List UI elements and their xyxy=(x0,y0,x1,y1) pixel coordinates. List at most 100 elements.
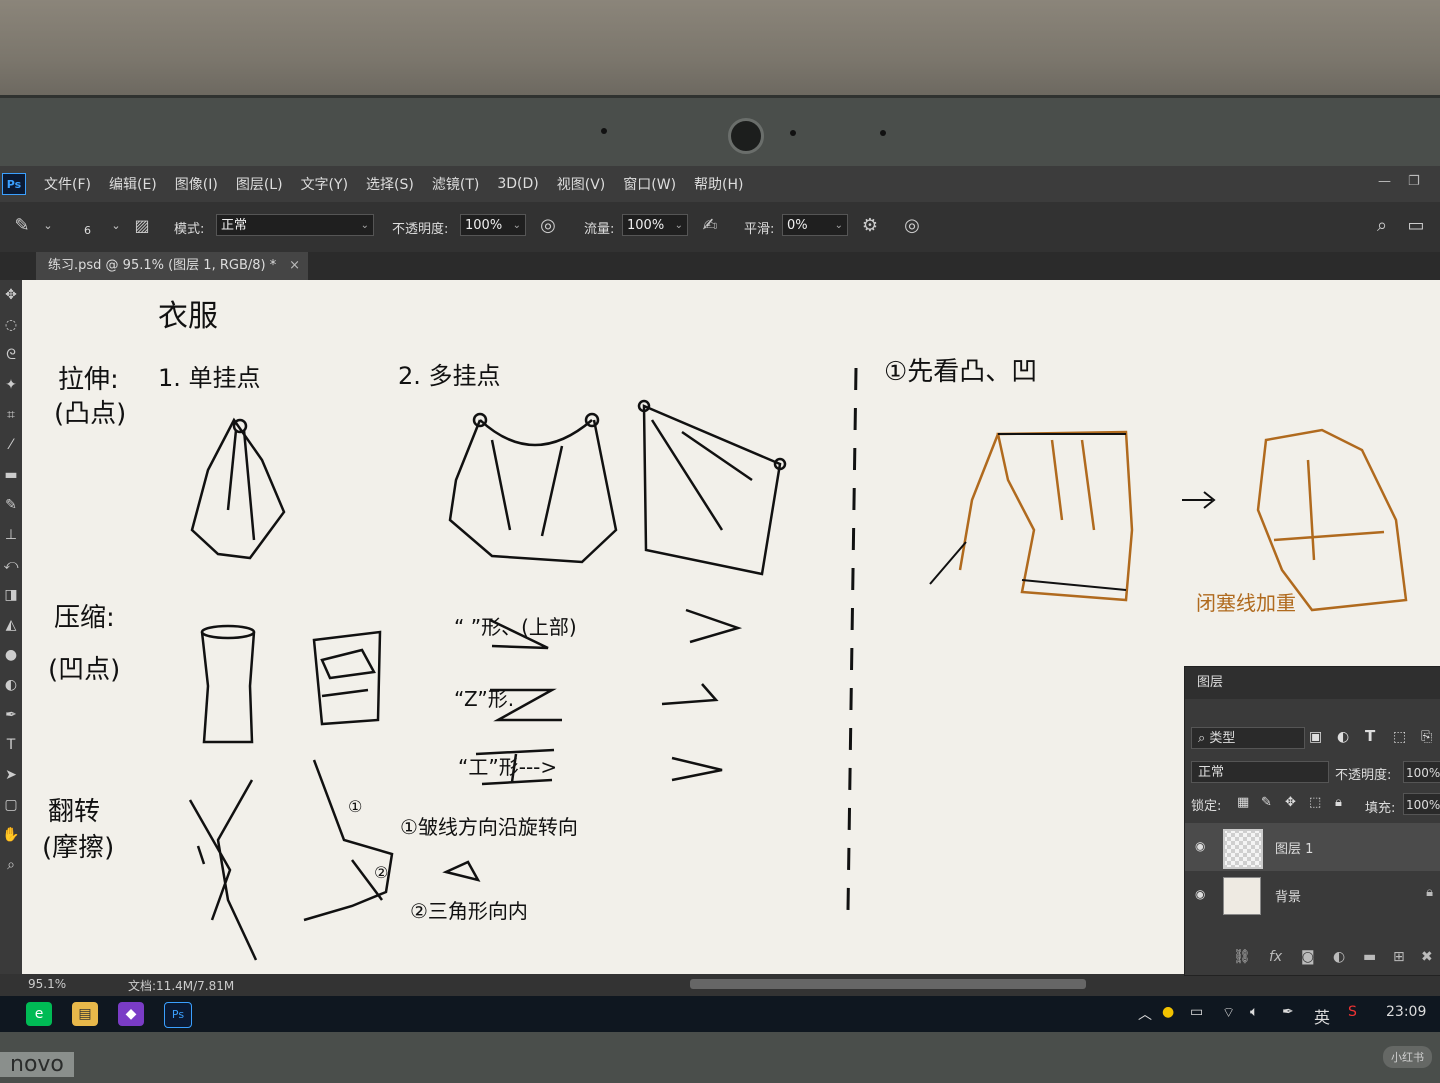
filter-adjustment-icon[interactable]: ◐ xyxy=(1337,729,1349,745)
video-editor-icon[interactable]: ◆ xyxy=(118,1002,144,1026)
history-brush-tool-icon[interactable]: ⤺ xyxy=(0,550,22,580)
taskbar: e ▤ ◆ Ps ︿ ● ▭ ⌔ 🔈︎ ✒ 英 S 23:09 xyxy=(0,996,1440,1032)
healing-tool-icon[interactable]: ▬ xyxy=(0,460,22,490)
quick-select-tool-icon[interactable]: ✦ xyxy=(0,370,22,400)
mode-label: 模式: xyxy=(174,222,205,237)
lock-position-icon[interactable]: ✥ xyxy=(1285,795,1296,810)
filter-shape-icon[interactable]: ⬚ xyxy=(1393,729,1406,745)
smoothing-field[interactable]: 0% ⌄ xyxy=(782,214,848,236)
input-method[interactable]: 英 xyxy=(1314,1004,1330,1028)
airbrush-icon[interactable]: ✍ xyxy=(698,214,722,238)
opacity-label: 不透明度: xyxy=(392,222,449,237)
filter-smart-object-icon[interactable]: ⎘ xyxy=(1421,729,1432,745)
lock-transparent-icon[interactable]: ▦ xyxy=(1237,795,1249,810)
eyedropper-tool-icon[interactable]: ⁄ xyxy=(0,430,22,460)
type-tool-icon[interactable]: T xyxy=(0,730,22,760)
dodge-tool-icon[interactable]: ◐ xyxy=(0,670,22,700)
fill-field[interactable]: 100% xyxy=(1403,793,1440,815)
gradient-tool-icon[interactable]: ◭ xyxy=(0,610,22,640)
minimize-icon[interactable]: — xyxy=(1378,174,1391,189)
pressure-opacity-icon[interactable]: ◎ xyxy=(536,214,560,238)
layer-row-background[interactable]: ◉ 背景 🔒︎ xyxy=(1185,871,1440,919)
sogou-icon[interactable]: S xyxy=(1348,1004,1357,1020)
add-mask-icon[interactable]: ◙ xyxy=(1301,949,1315,965)
hand-tool-icon[interactable]: ✋ xyxy=(0,820,22,850)
horizontal-scrollbar[interactable] xyxy=(690,979,1086,989)
zoom-tool-icon[interactable]: ⌕ xyxy=(0,850,22,880)
mode-select[interactable]: 正常 ⌄ xyxy=(216,214,374,236)
eraser-tool-icon[interactable]: ◨ xyxy=(0,580,22,610)
flow-field[interactable]: 100% ⌄ xyxy=(622,214,688,236)
menu-file[interactable]: 文件(F) xyxy=(44,174,91,194)
flip-label: 翻转 xyxy=(48,797,100,827)
rotation-note: ①皱线方向沿旋转向 xyxy=(400,815,578,839)
lock-all-icon[interactable]: 🔒︎ xyxy=(1335,795,1342,810)
pen-tool-icon[interactable]: ✒ xyxy=(0,700,22,730)
file-explorer-icon[interactable]: ▤ xyxy=(72,1002,98,1026)
lasso-tool-icon[interactable]: ᘓ xyxy=(0,340,22,370)
lock-image-icon[interactable]: ✎ xyxy=(1261,795,1272,810)
menu-select[interactable]: 选择(S) xyxy=(366,174,414,194)
document-tab[interactable]: 练习.psd @ 95.1% (图层 1, RGB/8) * × xyxy=(36,252,308,280)
pen-icon[interactable]: ✒ xyxy=(1282,1004,1294,1020)
clock[interactable]: 23:09 xyxy=(1386,1004,1426,1020)
trash-icon[interactable]: ✖ xyxy=(1421,949,1433,965)
menu-layer[interactable]: 图层(L) xyxy=(236,174,283,194)
layer-name: 背景 xyxy=(1275,890,1302,905)
new-group-icon[interactable]: ▬ xyxy=(1363,949,1376,965)
path-select-tool-icon[interactable]: ➤ xyxy=(0,760,22,790)
pressure-size-icon[interactable]: ◎ xyxy=(900,214,924,238)
battery-icon[interactable]: ▭ xyxy=(1190,1004,1203,1020)
layer-blend-mode-select[interactable]: 正常 xyxy=(1191,761,1329,783)
marquee-tool-icon[interactable]: ◌ xyxy=(0,310,22,340)
layer-opacity-field[interactable]: 100% xyxy=(1403,761,1440,783)
opacity-field[interactable]: 100% ⌄ xyxy=(460,214,526,236)
shape-tool-icon[interactable]: ▢ xyxy=(0,790,22,820)
layer-filter-select[interactable]: ⌕ 类型 xyxy=(1191,727,1305,749)
fx-icon[interactable]: fx xyxy=(1269,949,1282,965)
restore-icon[interactable]: ❐ xyxy=(1408,174,1420,189)
zoom-level[interactable]: 95.1% xyxy=(28,977,66,991)
brush-picker-dropdown-icon[interactable]: ⌄ xyxy=(104,214,128,238)
tool-preset-dropdown-icon[interactable]: ⌄ xyxy=(36,214,60,238)
eye-icon[interactable]: ◉ xyxy=(1195,839,1211,853)
filter-type-icon[interactable]: T xyxy=(1365,727,1375,745)
laptop-brand: novo xyxy=(0,1052,74,1077)
chevron-up-icon[interactable]: ︿ xyxy=(1138,1004,1152,1024)
layers-panel-title[interactable]: 图层 xyxy=(1185,667,1440,699)
crop-tool-icon[interactable]: ⌗ xyxy=(0,400,22,430)
bezel-sensor-dot xyxy=(601,128,607,134)
stamp-tool-icon[interactable]: ⊥ xyxy=(0,520,22,550)
link-layers-icon[interactable]: ⛓ xyxy=(1233,949,1251,965)
new-layer-icon[interactable]: ⊞ xyxy=(1393,949,1405,965)
brush-tool-icon[interactable]: ✎ xyxy=(10,214,34,238)
adjustment-layer-icon[interactable]: ◐ xyxy=(1333,949,1345,965)
volume-icon[interactable]: 🔈︎ xyxy=(1250,1004,1258,1020)
brush-tool-icon[interactable]: ✎ xyxy=(0,490,22,520)
menu-type[interactable]: 文字(Y) xyxy=(301,174,348,194)
edge-browser-icon[interactable]: e xyxy=(26,1002,52,1026)
wifi-icon[interactable]: ⌔ xyxy=(1222,1004,1235,1022)
lock-artboard-icon[interactable]: ⬚ xyxy=(1309,795,1321,810)
workspace-icon[interactable]: ▭ xyxy=(1404,214,1428,238)
eye-icon[interactable]: ◉ xyxy=(1195,887,1211,901)
brush-settings-panel-icon[interactable]: ▨ xyxy=(130,214,154,238)
gear-icon[interactable]: ⚙ xyxy=(858,214,882,238)
move-tool-icon[interactable]: ✥ xyxy=(0,280,22,310)
photoshop-taskbar-icon[interactable]: Ps xyxy=(164,1002,192,1028)
document-size[interactable]: 文档:11.4M/7.81M xyxy=(128,977,234,994)
layer-row-layer1[interactable]: ◉ 图层 1 xyxy=(1185,823,1440,871)
brush-size-label[interactable]: 6 xyxy=(84,224,91,237)
menu-window[interactable]: 窗口(W) xyxy=(623,174,676,194)
blur-tool-icon[interactable]: ● xyxy=(0,640,22,670)
menu-edit[interactable]: 编辑(E) xyxy=(109,174,157,194)
menu-image[interactable]: 图像(I) xyxy=(175,174,218,194)
close-tab-icon[interactable]: × xyxy=(289,252,300,280)
menu-3d[interactable]: 3D(D) xyxy=(497,176,538,192)
tray-app-icon[interactable]: ● xyxy=(1162,1004,1174,1020)
search-icon[interactable]: ⌕ xyxy=(1370,214,1394,238)
menu-filter[interactable]: 滤镜(T) xyxy=(432,174,479,194)
menu-help[interactable]: 帮助(H) xyxy=(694,174,743,194)
menu-view[interactable]: 视图(V) xyxy=(557,174,606,194)
filter-image-icon[interactable]: ▣ xyxy=(1309,729,1322,745)
